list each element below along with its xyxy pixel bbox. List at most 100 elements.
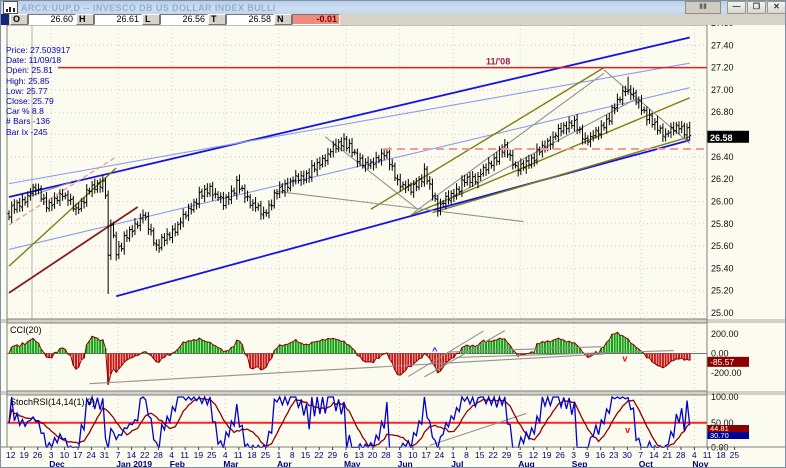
x-axis-week-label: 23	[609, 450, 619, 460]
stoch-signal-marker: v	[625, 425, 630, 435]
minimize-button[interactable]: —	[727, 1, 746, 14]
x-axis-week-label: 29	[328, 450, 338, 460]
chart-window: ARCX:UUP,D -- INVESCO DB US DOLLAR INDEX…	[0, 0, 786, 468]
x-axis-month-label: Sep	[572, 459, 588, 468]
price-axis-label: 25.60	[711, 241, 734, 251]
x-axis-week-label: 31	[100, 450, 110, 460]
x-axis-week-label: 12	[6, 450, 16, 460]
price-axis-label: 26.00	[711, 196, 734, 206]
x-axis-week-label: 22	[314, 450, 324, 460]
last-price-badge-text: 26.58	[710, 133, 733, 143]
x-axis-month-label: Feb	[170, 459, 185, 468]
quote-label-L: L	[142, 14, 160, 25]
quote-value-L: 26.56	[160, 14, 208, 25]
info-row: Low: 25.77	[6, 85, 48, 96]
price-axis-label: 27.20	[711, 63, 734, 73]
x-axis-week-label: 28	[676, 450, 686, 460]
stochrsi-label: StochRSI(14,14(1),9)	[10, 397, 95, 407]
x-axis-month-label: Dec	[49, 459, 65, 468]
quote-bar: O 26.60 H 26.61 L 26.56 T 26.58 N -0.01	[1, 14, 785, 25]
quote-value-O: 26.60	[28, 14, 76, 25]
price-axis-label: 25.80	[711, 219, 734, 229]
info-row: Bar Ix -245	[6, 126, 48, 137]
x-axis-month-label: Aug	[518, 459, 535, 468]
info-row: High: 25.85	[6, 75, 50, 86]
symbol-marker	[1, 14, 9, 25]
price-axis-label: 26.80	[711, 107, 734, 117]
price-axis-label: 25.00	[711, 308, 734, 318]
price-axis-label: 27.40	[711, 40, 734, 50]
price-axis-label: 26.40	[711, 152, 734, 162]
price-axis-label: 27.00	[711, 85, 734, 95]
x-axis-week-label: 26	[555, 450, 565, 460]
x-axis-month-label: Apr	[277, 459, 292, 468]
quote-label-T: T	[208, 14, 226, 25]
x-axis-week-label: 18	[716, 450, 726, 460]
x-axis-week-label: 26	[33, 450, 43, 460]
x-axis-week-label: 28	[153, 450, 163, 460]
x-axis-week-label: 20	[368, 450, 378, 460]
x-axis-week-label: 15	[301, 450, 311, 460]
window-toolbar-button[interactable]: ▮▮	[685, 1, 721, 14]
cci-axis-label: 200.00	[711, 329, 739, 339]
x-axis-week-label: 18	[247, 450, 257, 460]
x-axis-month-label: Jul	[451, 459, 463, 468]
x-axis-month-label: Nov	[692, 459, 708, 468]
x-axis-month-label: Mar	[223, 459, 239, 468]
quote-label-N: N	[274, 14, 292, 25]
x-axis-week-label: 17	[421, 450, 431, 460]
x-axis-week-label: 25	[730, 450, 740, 460]
annotation-11-08: 11/'08	[486, 57, 510, 67]
x-axis-week-label: 24	[435, 450, 445, 460]
quote-bar-fields: O 26.60 H 26.61 L 26.56 T 26.58 N -0.01	[10, 14, 340, 25]
x-axis-week-label: 29	[502, 450, 512, 460]
cci-value-badge-text: -85.57	[710, 357, 734, 367]
cci-axis-label: -200.00	[711, 368, 742, 378]
maximize-button[interactable]: ❐	[747, 1, 766, 14]
x-axis-week-label: 19	[194, 450, 204, 460]
quote-value-H: 26.61	[94, 14, 142, 25]
info-row: Close: 25.79	[6, 96, 54, 107]
info-row: # Bars -136	[6, 116, 50, 127]
x-axis-week-label: 17	[73, 450, 83, 460]
x-axis-week-label: 19	[542, 450, 552, 460]
x-axis-month-label: May	[344, 459, 361, 468]
x-axis-month-label: Oct	[639, 459, 653, 468]
x-axis-week-label: 19	[19, 450, 29, 460]
info-row: Price: 27.503917	[6, 45, 71, 55]
stoch-value-badge-text: 30.70	[710, 431, 729, 440]
cursor-info-panel: Price: 27.503917 Date: 11/09/18 Open: 25.8…	[6, 45, 71, 137]
cci-signal-marker: v	[622, 354, 627, 364]
x-axis-week-label: 24	[86, 450, 96, 460]
x-axis-week-label: 16	[596, 450, 606, 460]
chart-canvas[interactable]: 11/'08 27.60 27.40 27.20 27.00 26.80 26.40 26.2…	[1, 25, 786, 468]
price-axis-label: 26.20	[711, 174, 734, 184]
title-bar[interactable]: ARCX:UUP,D -- INVESCO DB US DOLLAR INDEX…	[1, 1, 785, 14]
cci-signal-marker: ^	[432, 346, 438, 356]
quote-label-O: O	[10, 14, 28, 25]
window-title: ARCX:UUP,D -- INVESCO DB US DOLLAR INDEX…	[21, 2, 276, 13]
x-axis-week-label: 28	[381, 450, 391, 460]
stoch-axis-label: 100.00	[711, 392, 739, 402]
info-row: Car % 8.8	[6, 106, 44, 117]
close-button[interactable]: ✕	[767, 1, 785, 14]
cci-label: CCI(20)	[10, 325, 42, 335]
x-axis-week-label: 25	[207, 450, 217, 460]
x-axis-week-label: 30	[622, 450, 632, 460]
x-axis-week-label: 15	[475, 450, 485, 460]
x-axis-month-label: Jan 2019	[116, 459, 152, 468]
price-axis-label: 27.60	[711, 25, 734, 28]
x-axis-week-label: 22	[488, 450, 498, 460]
price-axis-label: 25.20	[711, 286, 734, 296]
quote-label-H: H	[76, 14, 94, 25]
x-axis-week-label: 21	[663, 450, 673, 460]
price-axis-label: 25.40	[711, 263, 734, 273]
window-chart-icon	[3, 1, 18, 14]
x-axis-week-label: 8	[464, 450, 469, 460]
info-row: Date: 11/09/18	[6, 55, 62, 66]
info-row: Open: 25.81	[6, 65, 53, 76]
x-axis-month-label: Jun	[398, 459, 413, 468]
quote-value-T: 26.58	[226, 14, 274, 25]
x-axis-week-label: 25	[261, 450, 271, 460]
quote-value-N: -0.01	[292, 14, 340, 25]
